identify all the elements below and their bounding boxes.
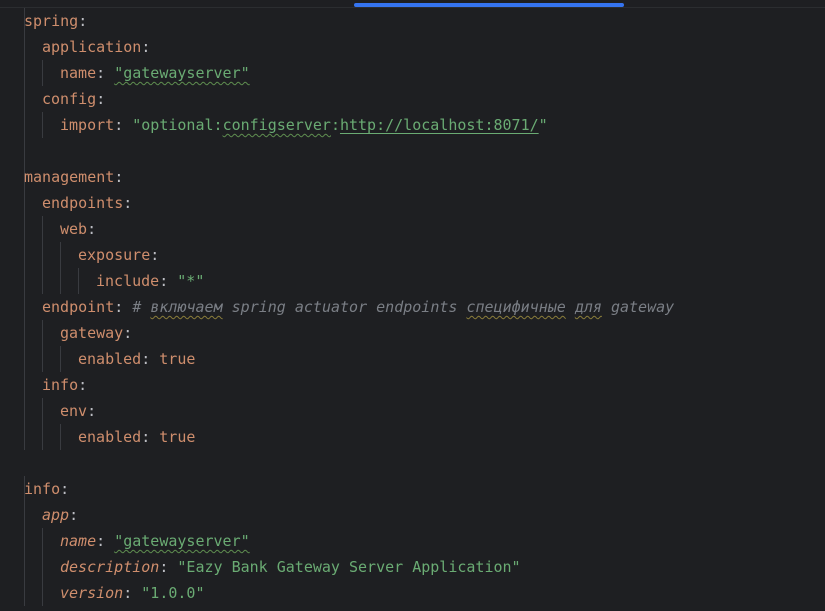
- indent-guide: [24, 398, 25, 424]
- indent-guide: [24, 294, 25, 320]
- yaml-key: enabled: [78, 350, 142, 368]
- yaml-key: spring: [24, 12, 79, 30]
- code-line: enabled: true: [0, 346, 825, 372]
- yaml-string-value: "*": [177, 272, 205, 290]
- code-line: exposure:: [0, 242, 825, 268]
- yaml-string-value: "optional:configserver:http://localhost:…: [132, 116, 548, 134]
- indent-guide: [42, 112, 43, 138]
- indent-guide: [42, 346, 43, 372]
- yaml-key: management: [24, 168, 115, 186]
- indent-guide: [24, 528, 25, 554]
- indent-guide: [24, 112, 25, 138]
- code-line: endpoint: # включаем spring actuator end…: [0, 294, 825, 320]
- indent-guide: [24, 372, 25, 398]
- yaml-key: app: [42, 506, 70, 524]
- yaml-key: info: [42, 376, 79, 394]
- indent-guide: [42, 554, 43, 580]
- yaml-string-value: "gatewayserver": [114, 64, 250, 82]
- indent-guide: [24, 242, 25, 268]
- code-line: application:: [0, 34, 825, 60]
- code-line: web:: [0, 216, 825, 242]
- code-line: description: "Eazy Bank Gateway Server A…: [0, 554, 825, 580]
- url-link[interactable]: http://localhost:8071/: [340, 116, 539, 134]
- indent-guide: [24, 424, 25, 450]
- yaml-key: name: [60, 532, 97, 550]
- yaml-key: enabled: [78, 428, 142, 446]
- indent-guide: [42, 528, 43, 554]
- yaml-string-value: "1.0.0": [141, 584, 205, 602]
- yaml-key: exposure: [78, 246, 151, 264]
- indent-guide: [24, 346, 25, 372]
- yaml-key: name: [60, 64, 97, 82]
- yaml-key: web: [60, 220, 88, 238]
- code-line: name: "gatewayserver": [0, 528, 825, 554]
- yaml-key: version: [60, 584, 124, 602]
- indent-guide: [42, 216, 43, 242]
- indent-guide: [24, 554, 25, 580]
- code-line: info:: [0, 372, 825, 398]
- indent-guide: [24, 580, 25, 606]
- code-line: include: "*": [0, 268, 825, 294]
- code-line: name: "gatewayserver": [0, 60, 825, 86]
- indent-guide: [24, 86, 25, 112]
- indent-guide: [24, 268, 25, 294]
- indent-guide: [24, 60, 25, 86]
- yaml-key: gateway: [60, 324, 124, 342]
- yaml-key: env: [60, 402, 88, 420]
- yaml-comment: # включаем spring actuator endpoints спе…: [132, 298, 675, 316]
- indent-guide: [78, 268, 79, 294]
- code-line: info:: [0, 476, 825, 502]
- indent-guide: [42, 398, 43, 424]
- code-editor[interactable]: spring: application: name: "gatewayserve…: [0, 0, 825, 611]
- indent-guide: [42, 60, 43, 86]
- yaml-boolean-value: true: [159, 428, 196, 446]
- yaml-key: include: [96, 272, 160, 290]
- yaml-key: config: [42, 90, 97, 108]
- indent-guide: [24, 34, 25, 60]
- yaml-key: endpoints: [42, 194, 124, 212]
- code-line: endpoints:: [0, 190, 825, 216]
- code-line-empty: [0, 138, 825, 164]
- indent-guide: [42, 320, 43, 346]
- code-line: spring:: [0, 8, 825, 34]
- yaml-string-value: "gatewayserver": [114, 532, 250, 550]
- indent-guide: [60, 424, 61, 450]
- yaml-key: endpoint: [42, 298, 115, 316]
- indent-guide: [24, 502, 25, 528]
- yaml-key: import: [60, 116, 115, 134]
- code-line: env:: [0, 398, 825, 424]
- indent-guide: [42, 580, 43, 606]
- indent-guide: [60, 242, 61, 268]
- code-line: gateway:: [0, 320, 825, 346]
- code-line: version: "1.0.0": [0, 580, 825, 606]
- indent-guide: [24, 320, 25, 346]
- indent-guide: [42, 268, 43, 294]
- indent-guide: [60, 346, 61, 372]
- code-line: config:: [0, 86, 825, 112]
- indent-guide: [42, 242, 43, 268]
- yaml-string-value: "Eazy Bank Gateway Server Application": [177, 558, 521, 576]
- code-line: management:: [0, 164, 825, 190]
- indent-guide: [24, 138, 25, 164]
- yaml-key: application: [42, 38, 142, 56]
- yaml-key: description: [60, 558, 160, 576]
- indent-guide: [24, 190, 25, 216]
- code-line: enabled: true: [0, 424, 825, 450]
- yaml-key: info: [24, 480, 61, 498]
- indent-guide: [24, 216, 25, 242]
- code-line: app:: [0, 502, 825, 528]
- yaml-boolean-value: true: [159, 350, 196, 368]
- code-line: import: "optional:configserver:http://lo…: [0, 112, 825, 138]
- yaml-code: spring: application: name: "gatewayserve…: [0, 8, 825, 606]
- indent-guide: [60, 268, 61, 294]
- indent-guide: [42, 424, 43, 450]
